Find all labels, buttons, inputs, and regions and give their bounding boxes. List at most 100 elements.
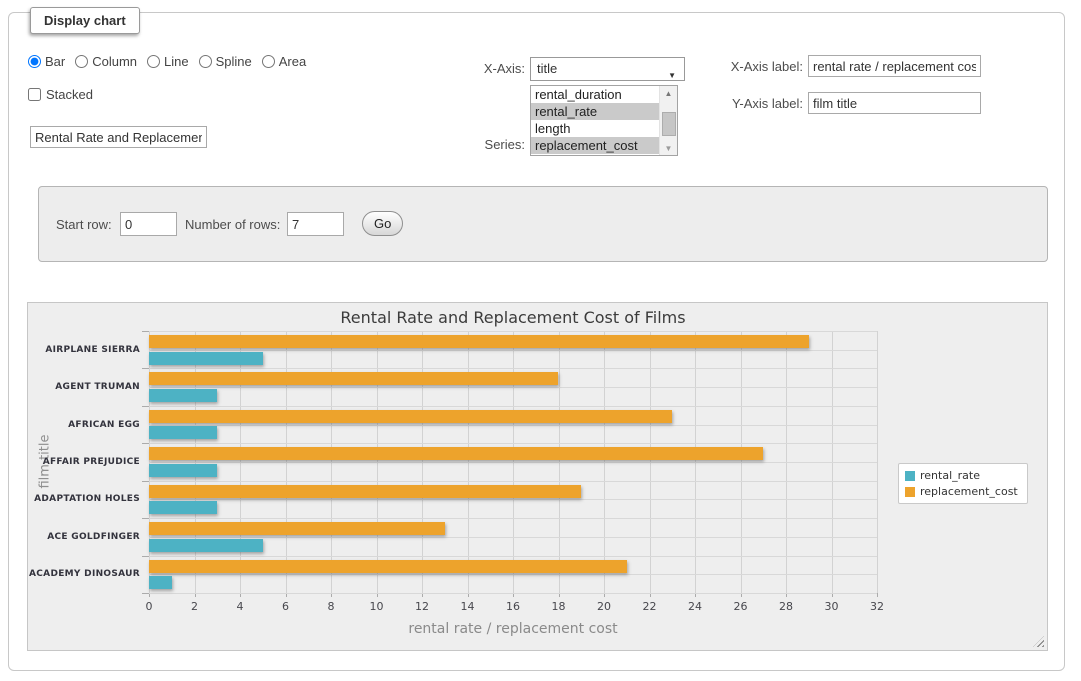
category-label: AGENT TRUMAN xyxy=(28,368,140,405)
y-axis-tick xyxy=(142,406,149,407)
x-tick-label: 2 xyxy=(178,600,212,613)
number-of-rows-input[interactable] xyxy=(287,212,344,236)
x-tick-label: 14 xyxy=(451,600,485,613)
gridline-horizontal xyxy=(149,425,877,426)
gridline-horizontal xyxy=(149,406,877,407)
x-tick-label: 8 xyxy=(314,600,348,613)
series-option[interactable]: rental_rate xyxy=(531,103,659,120)
y-axis-label-input[interactable] xyxy=(808,92,981,114)
bar-replacement_cost xyxy=(149,447,763,460)
y-axis-label-field-label: Y-Axis label: xyxy=(690,96,803,111)
x-axis-label-input[interactable] xyxy=(808,55,981,77)
chart-type-area[interactable]: Area xyxy=(262,54,306,69)
legend-swatch-icon xyxy=(905,471,915,481)
chart-type-radio-area[interactable] xyxy=(262,55,275,68)
start-row-input[interactable] xyxy=(120,212,177,236)
gridline-horizontal xyxy=(149,593,877,594)
x-axis-select-value: title xyxy=(537,61,557,76)
bar-replacement_cost xyxy=(149,335,809,348)
y-axis-tick xyxy=(142,331,149,332)
category-label: ADAPTATION HOLES xyxy=(28,481,140,518)
gridline-horizontal xyxy=(149,462,877,463)
y-axis-tick xyxy=(142,518,149,519)
stacked-label: Stacked xyxy=(46,87,93,102)
bar-rental_rate xyxy=(149,501,217,514)
x-tick-label: 28 xyxy=(769,600,803,613)
bar-replacement_cost xyxy=(149,410,672,423)
x-tick-label: 22 xyxy=(633,600,667,613)
chart-title-input[interactable] xyxy=(30,126,207,148)
category-label: AFFAIR PREJUDICE xyxy=(28,443,140,480)
x-tick-label: 18 xyxy=(542,600,576,613)
series-options: rental_durationrental_ratelengthreplacem… xyxy=(531,86,659,155)
x-tick-label: 24 xyxy=(678,600,712,613)
fieldset-legend-title: Display chart xyxy=(30,7,140,34)
y-axis-tick xyxy=(142,443,149,444)
series-option[interactable]: replacement_cost xyxy=(531,137,659,154)
gridline-horizontal xyxy=(149,331,877,332)
gridline-horizontal xyxy=(149,499,877,500)
legend-item-rental_rate[interactable]: rental_rate xyxy=(905,469,1018,482)
bar-rental_rate xyxy=(149,389,217,402)
stacked-checkbox[interactable] xyxy=(28,88,41,101)
chart-type-radio-column[interactable] xyxy=(75,55,88,68)
start-row-label: Start row: xyxy=(56,217,112,232)
chart-type-line[interactable]: Line xyxy=(147,54,189,69)
chart-type-radio-line[interactable] xyxy=(147,55,160,68)
go-button[interactable]: Go xyxy=(362,211,403,236)
bar-rental_rate xyxy=(149,426,217,439)
x-tick-label: 16 xyxy=(496,600,530,613)
gridline-vertical xyxy=(877,331,878,593)
gridline-horizontal xyxy=(149,443,877,444)
scroll-up-icon[interactable]: ▲ xyxy=(660,86,677,100)
chart-type-column[interactable]: Column xyxy=(75,54,137,69)
chart-type-bar[interactable]: Bar xyxy=(28,54,65,69)
gridline-horizontal xyxy=(149,556,877,557)
series-option[interactable]: rental_duration xyxy=(531,86,659,103)
series-option[interactable]: length xyxy=(531,120,659,137)
series-list-label: Series: xyxy=(445,137,525,152)
category-label: ACE GOLDFINGER xyxy=(28,518,140,555)
legend-swatch-icon xyxy=(905,487,915,497)
chart-type-option-label: Area xyxy=(279,54,306,69)
scroll-down-icon[interactable]: ▼ xyxy=(660,141,677,155)
chart-legend: rental_rate replacement_cost xyxy=(898,463,1028,504)
gridline-horizontal xyxy=(149,368,877,369)
x-tick-label: 26 xyxy=(724,600,758,613)
legend-label: rental_rate xyxy=(920,469,980,482)
bar-replacement_cost xyxy=(149,560,627,573)
gridline-horizontal xyxy=(149,574,877,575)
listbox-scrollbar[interactable]: ▲ ▼ xyxy=(659,86,677,155)
legend-item-replacement_cost[interactable]: replacement_cost xyxy=(905,485,1018,498)
y-axis-tick xyxy=(142,368,149,369)
x-axis-select[interactable]: title ▼ xyxy=(530,57,685,81)
bar-replacement_cost xyxy=(149,522,445,535)
x-tick-label: 4 xyxy=(223,600,257,613)
chart-type-radio-bar[interactable] xyxy=(28,55,41,68)
x-axis-title: rental rate / replacement cost xyxy=(149,621,877,637)
x-tick-label: 30 xyxy=(815,600,849,613)
scrollbar-thumb[interactable] xyxy=(662,112,676,136)
chart-type-group: Bar Column Line Spline Area xyxy=(28,54,306,69)
series-listbox[interactable]: rental_durationrental_ratelengthreplacem… xyxy=(530,85,678,156)
number-of-rows-label: Number of rows: xyxy=(185,217,280,232)
x-tick-label: 20 xyxy=(587,600,621,613)
chart-type-radio-spline[interactable] xyxy=(199,55,212,68)
x-tick-label: 6 xyxy=(269,600,303,613)
x-axis-tick xyxy=(877,593,878,597)
bar-replacement_cost xyxy=(149,372,558,385)
chart-type-option-label: Spline xyxy=(216,54,252,69)
chart-type-option-label: Column xyxy=(92,54,137,69)
x-tick-label: 32 xyxy=(860,600,894,613)
y-axis-tick xyxy=(142,481,149,482)
legend-label: replacement_cost xyxy=(920,485,1018,498)
resize-handle-icon[interactable] xyxy=(1033,636,1044,647)
gridline-horizontal xyxy=(149,518,877,519)
stacked-checkbox-row[interactable]: Stacked xyxy=(28,87,93,102)
chart-type-spline[interactable]: Spline xyxy=(199,54,252,69)
x-tick-label: 10 xyxy=(360,600,394,613)
gridline-horizontal xyxy=(149,387,877,388)
chart-title: Rental Rate and Replacement Cost of Film… xyxy=(149,308,877,327)
page: Display chart Bar Column Line Spline Area St… xyxy=(0,0,1081,681)
gridline-horizontal xyxy=(149,481,877,482)
